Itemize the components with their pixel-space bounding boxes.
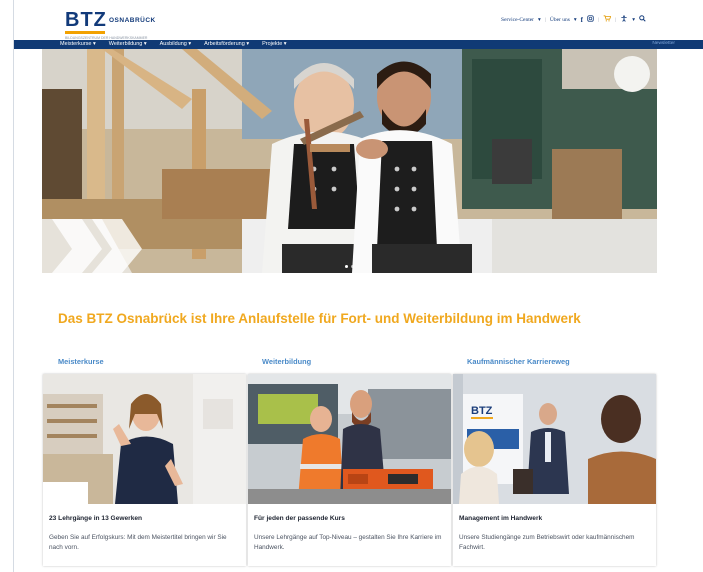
chevron-down-icon: ▾ xyxy=(538,16,541,23)
column-title-meisterkurse[interactable]: Meisterkurse xyxy=(58,357,104,366)
instagram-icon[interactable] xyxy=(587,15,594,24)
divider: | xyxy=(598,16,600,23)
header: BTZ OSNABRÜCK BILDUNGSZENTRUM DER HANDWE… xyxy=(14,0,703,40)
nav-item-weiterbildung[interactable]: Weiterbildung ▾ xyxy=(109,41,147,47)
divider: | xyxy=(544,16,546,23)
card-text: Unsere Lehrgänge auf Top-Niveau – gestal… xyxy=(254,534,442,551)
utility-nav: Service-Center ▾ | Über uns ▾ f | | ▾ xyxy=(501,15,646,24)
card-karriereweg[interactable]: BTZ Management im Handwerk Unsere Studie… xyxy=(453,374,656,566)
nav-item-meisterkurse[interactable]: Meisterkurse ▾ xyxy=(60,41,96,47)
logo-city: OSNABRÜCK xyxy=(109,17,156,24)
logo-accent-bar xyxy=(65,31,105,34)
facebook-icon[interactable]: f xyxy=(581,16,583,24)
column-title-karriereweg[interactable]: Kaufmännischer Karriereweg xyxy=(467,357,570,366)
slider-dots xyxy=(42,265,657,268)
logo-wordmark: BTZ xyxy=(65,9,107,31)
chevron-down-icon: ▾ xyxy=(632,16,635,23)
main-nav: Meisterkurse ▾ Weiterbildung ▾ Ausbildun… xyxy=(14,40,703,49)
card-weiterbildung[interactable]: Für jeden der passende Kurs Unsere Lehrg… xyxy=(248,374,451,566)
card-meisterkurse[interactable]: 23 Lehrgänge in 13 Gewerken Geben Sie au… xyxy=(43,374,246,566)
card-text: Geben Sie auf Erfolgskurs: Mit dem Meist… xyxy=(49,534,227,551)
slider-dot[interactable] xyxy=(345,265,348,268)
card-image xyxy=(248,374,451,504)
nav-item-projekte[interactable]: Projekte ▾ xyxy=(262,41,286,47)
card-image xyxy=(43,374,246,504)
card-image: BTZ xyxy=(453,374,656,504)
roll-up-banner-text: BTZ xyxy=(471,405,493,417)
nav-item-ausbildung[interactable]: Ausbildung ▾ xyxy=(160,41,192,47)
search-icon[interactable] xyxy=(639,15,646,24)
slider-dot[interactable] xyxy=(351,265,354,268)
about-link[interactable]: Über uns xyxy=(550,17,570,23)
card-heading: Management im Handwerk xyxy=(459,515,543,522)
service-center-link[interactable]: Service-Center xyxy=(501,17,534,23)
divider: | xyxy=(615,16,617,23)
browser-frame: BTZ OSNABRÜCK BILDUNGSZENTRUM DER HANDWE… xyxy=(13,0,703,572)
card-heading: 23 Lehrgänge in 13 Gewerken xyxy=(49,515,143,522)
accessibility-icon[interactable] xyxy=(620,15,628,24)
card-text: Unsere Studiengänge zum Betriebswirt ode… xyxy=(459,534,635,551)
hero-slider[interactable] xyxy=(42,49,657,273)
nav-item-arbeitsfoerderung[interactable]: Arbeitsförderung ▾ xyxy=(204,41,249,47)
cart-icon[interactable] xyxy=(603,15,612,24)
chevron-down-icon: ▾ xyxy=(573,16,577,23)
hero-image xyxy=(42,49,657,273)
card-heading: Für jeden der passende Kurs xyxy=(254,515,345,522)
page-headline: Das BTZ Osnabrück ist Ihre Anlaufstelle … xyxy=(58,311,581,326)
newsletter-link[interactable]: Newsletter xyxy=(652,41,675,46)
column-title-weiterbildung[interactable]: Weiterbildung xyxy=(262,357,311,366)
